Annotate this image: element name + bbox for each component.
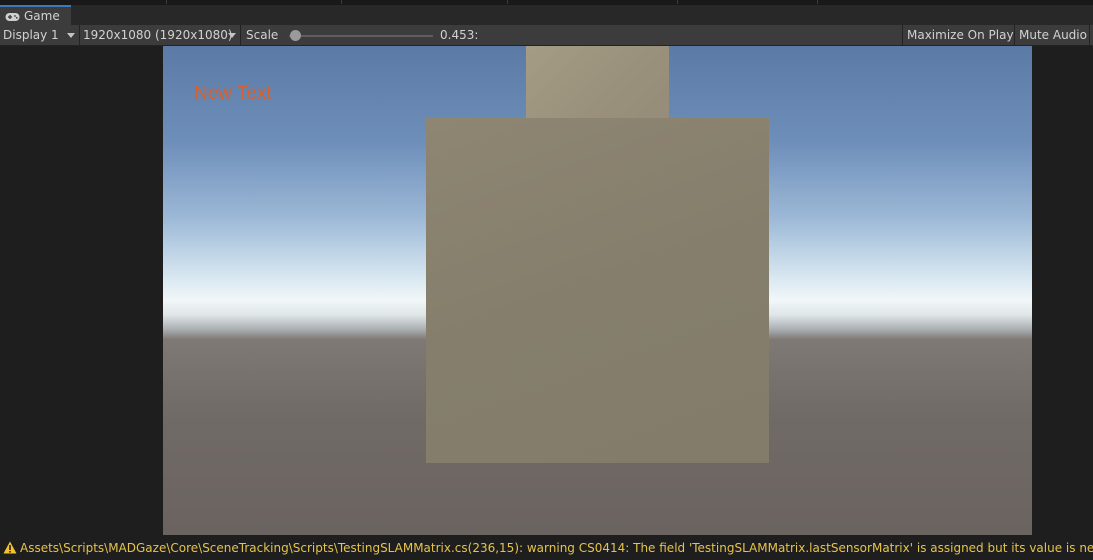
resolution-dropdown-value: 1920x1080 (1920x1080) (83, 28, 233, 42)
warning-icon (3, 541, 17, 554)
divider (341, 0, 342, 4)
game-view[interactable]: New Text (163, 46, 1032, 535)
scene-object-cube (426, 118, 769, 463)
divider (240, 25, 241, 45)
tab-bar: Game (0, 5, 1093, 26)
ui-text-label: New Text (194, 83, 272, 104)
divider (1089, 25, 1090, 45)
divider (507, 0, 508, 4)
console-status-bar[interactable]: Assets\Scripts\MADGaze\Core\SceneTrackin… (0, 535, 1093, 560)
divider (166, 0, 167, 4)
display-dropdown[interactable]: Display 1 (0, 25, 79, 45)
display-dropdown-value: Display 1 (3, 28, 59, 42)
tab-label: Game (24, 9, 60, 23)
scene-object-top (526, 46, 669, 118)
tab-game[interactable]: Game (0, 5, 71, 25)
chevron-down-icon (228, 33, 236, 38)
gamepad-icon (5, 11, 20, 21)
divider (817, 0, 818, 4)
scale-label: Scale (246, 28, 279, 42)
scale-value: 0.453: (440, 28, 479, 42)
status-message: Assets\Scripts\MADGaze\Core\SceneTrackin… (20, 540, 1093, 555)
resolution-dropdown[interactable]: 1920x1080 (1920x1080) (80, 25, 240, 45)
maximize-on-play-toggle[interactable]: Maximize On Play (903, 25, 1014, 45)
scale-slider-track[interactable] (289, 35, 433, 37)
divider (677, 0, 678, 4)
game-toolbar: Display 1 1920x1080 (1920x1080) Scale 0.… (0, 25, 1093, 46)
chevron-down-icon (67, 33, 75, 38)
mute-audio-toggle[interactable]: Mute Audio (1015, 25, 1089, 45)
